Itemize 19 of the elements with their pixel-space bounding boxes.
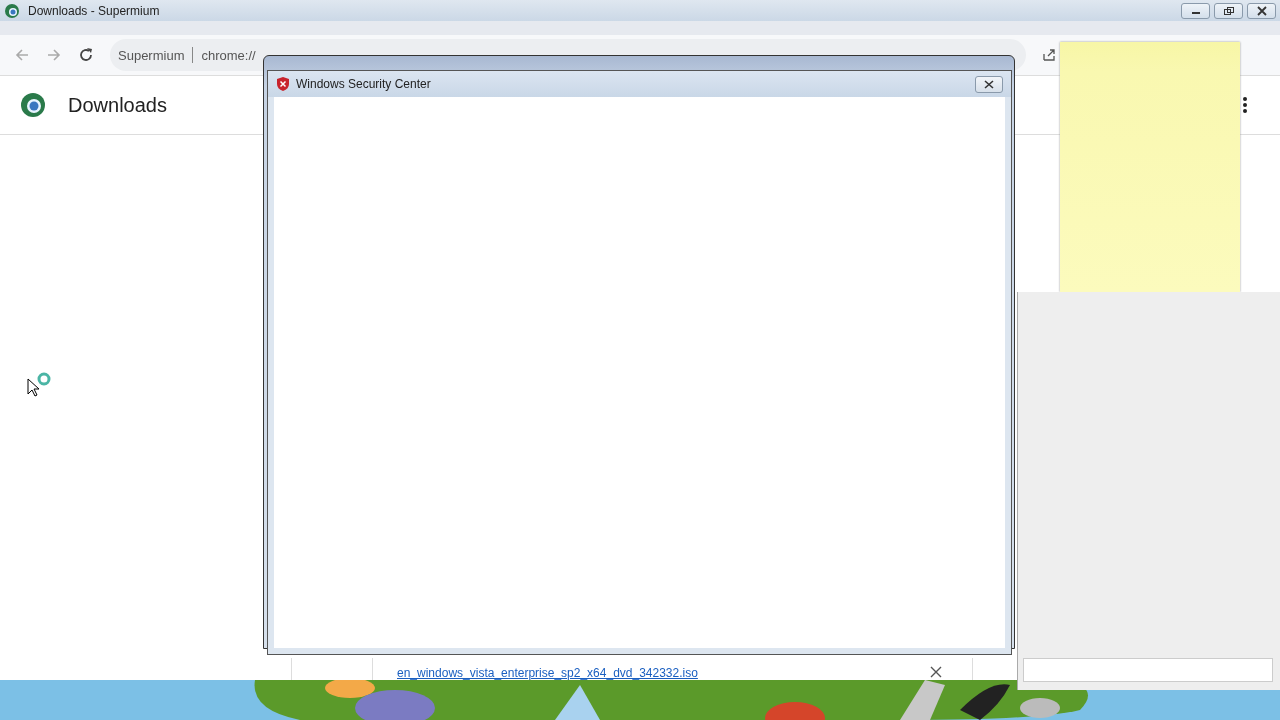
page-title: Downloads bbox=[68, 93, 167, 117]
dialog-title: Windows Security Center bbox=[296, 77, 431, 91]
restore-button[interactable] bbox=[1214, 2, 1243, 19]
close-icon bbox=[1255, 5, 1268, 16]
close-button[interactable] bbox=[1247, 2, 1276, 19]
close-button[interactable] bbox=[975, 75, 1003, 93]
close-icon[interactable] bbox=[930, 666, 942, 678]
shield-icon bbox=[276, 76, 290, 92]
close-icon bbox=[984, 79, 994, 89]
minimize-button[interactable] bbox=[1181, 2, 1210, 19]
globe-icon bbox=[20, 92, 46, 118]
file-link[interactable]: en_windows_vista_enterprise_sp2_x64_dvd_342332.iso bbox=[397, 666, 698, 680]
reload-icon[interactable] bbox=[78, 47, 94, 63]
busy-cursor-icon bbox=[27, 372, 53, 398]
window-title: Downloads - Supermium bbox=[28, 3, 160, 18]
share-icon[interactable] bbox=[1042, 48, 1056, 62]
more-icon[interactable] bbox=[1242, 96, 1248, 114]
globe-icon bbox=[4, 2, 20, 19]
restore-icon bbox=[1222, 5, 1235, 16]
